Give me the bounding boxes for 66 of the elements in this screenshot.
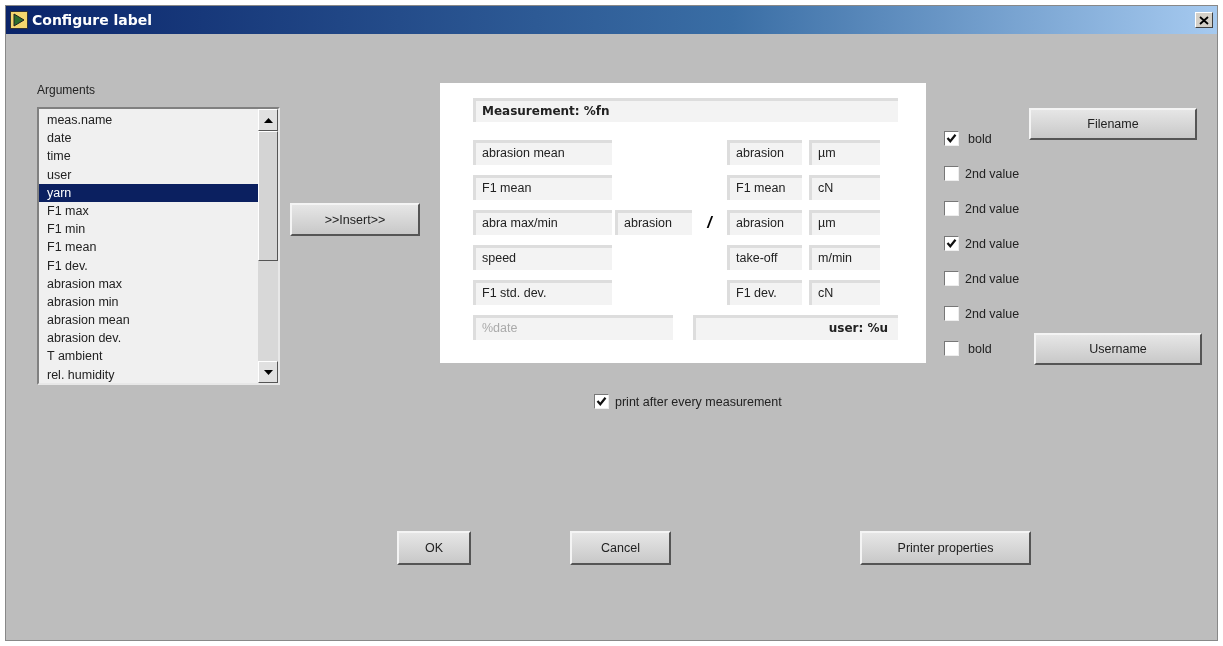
caption-field[interactable]: F1 mean	[473, 175, 612, 200]
caption-field[interactable]: speed	[473, 245, 612, 270]
close-button[interactable]	[1195, 12, 1213, 28]
list-item[interactable]: abrasion min	[39, 292, 258, 312]
caption-field[interactable]: abrasion mean	[473, 140, 612, 165]
close-icon	[1199, 15, 1209, 25]
cancel-button[interactable]: Cancel	[570, 531, 671, 565]
filename-button[interactable]: Filename	[1029, 107, 1197, 140]
unit-field[interactable]: µm	[809, 140, 880, 165]
second-value-label: 2nd value	[965, 306, 1020, 321]
caption-field[interactable]: abra max/min	[473, 210, 612, 235]
unit-field[interactable]: cN	[809, 280, 880, 305]
caption-field[interactable]: F1 std. dev.	[473, 280, 612, 305]
down-arrow-icon	[263, 369, 273, 375]
value-name-field[interactable]: abrasion	[727, 140, 802, 165]
second-value-label: 2nd value	[965, 236, 1020, 251]
list-item[interactable]: T ambient	[39, 347, 258, 366]
bold-label: bold	[968, 341, 992, 356]
second-value-label: 2nd value	[965, 201, 1020, 216]
unit-field[interactable]: µm	[809, 210, 880, 235]
username-button[interactable]: Username	[1034, 332, 1202, 365]
list-item[interactable]: abrasion dev.	[39, 329, 258, 348]
checkbox[interactable]	[594, 394, 609, 409]
scroll-down-button[interactable]	[258, 361, 278, 383]
list-item[interactable]: F1 max	[39, 201, 258, 221]
second-value-label: 2nd value	[965, 271, 1020, 286]
value-name-field[interactable]: abrasion	[615, 210, 692, 235]
checkbox[interactable]	[944, 271, 959, 286]
value-name-field[interactable]: abrasion	[727, 210, 802, 235]
list-item[interactable]: abrasion mean	[39, 311, 258, 330]
list-item[interactable]: F1 min	[39, 220, 258, 239]
user-field[interactable]: user: %u	[693, 315, 898, 340]
value-name-field[interactable]: F1 dev.	[727, 280, 802, 305]
scroll-up-button[interactable]	[258, 109, 278, 131]
second-value-label: 2nd value	[965, 166, 1020, 181]
unit-field[interactable]: m/min	[809, 245, 880, 270]
print-after-measurement-label: print after every measurement	[615, 394, 782, 409]
list-item[interactable]: F1 dev.	[39, 256, 258, 275]
value-name-field[interactable]: take-off	[727, 245, 802, 270]
checkbox[interactable]	[944, 236, 959, 251]
app-icon	[10, 11, 28, 29]
window-title: Configure label	[32, 12, 153, 28]
arguments-label: Arguments	[37, 83, 97, 97]
ok-button[interactable]: OK	[397, 531, 471, 565]
checkbox[interactable]	[944, 341, 959, 356]
insert-button[interactable]: >>Insert>>	[290, 203, 420, 236]
scrollbar-thumb[interactable]	[258, 131, 278, 261]
up-arrow-icon	[263, 117, 273, 123]
checkbox[interactable]	[944, 131, 959, 146]
list-item[interactable]: time	[39, 147, 258, 166]
checkbox[interactable]	[944, 201, 959, 216]
value-name-field[interactable]: F1 mean	[727, 175, 802, 200]
list-item[interactable]: abrasion max	[39, 274, 258, 293]
list-item[interactable]: date	[39, 129, 258, 148]
unit-field[interactable]: cN	[809, 175, 880, 200]
list-item[interactable]: user	[39, 165, 258, 184]
header-field[interactable]: Measurement: %fn	[473, 98, 898, 122]
checkbox[interactable]	[944, 306, 959, 321]
list-item[interactable]: yarn	[39, 183, 258, 202]
list-item[interactable]: rel. humidity	[39, 365, 258, 384]
checkbox[interactable]	[944, 166, 959, 181]
separator: /	[707, 213, 712, 233]
list-item[interactable]: F1 mean	[39, 238, 258, 257]
bold-label: bold	[968, 131, 992, 146]
printer-properties-button[interactable]: Printer properties	[860, 531, 1031, 565]
list-item[interactable]: meas.name	[39, 111, 258, 130]
